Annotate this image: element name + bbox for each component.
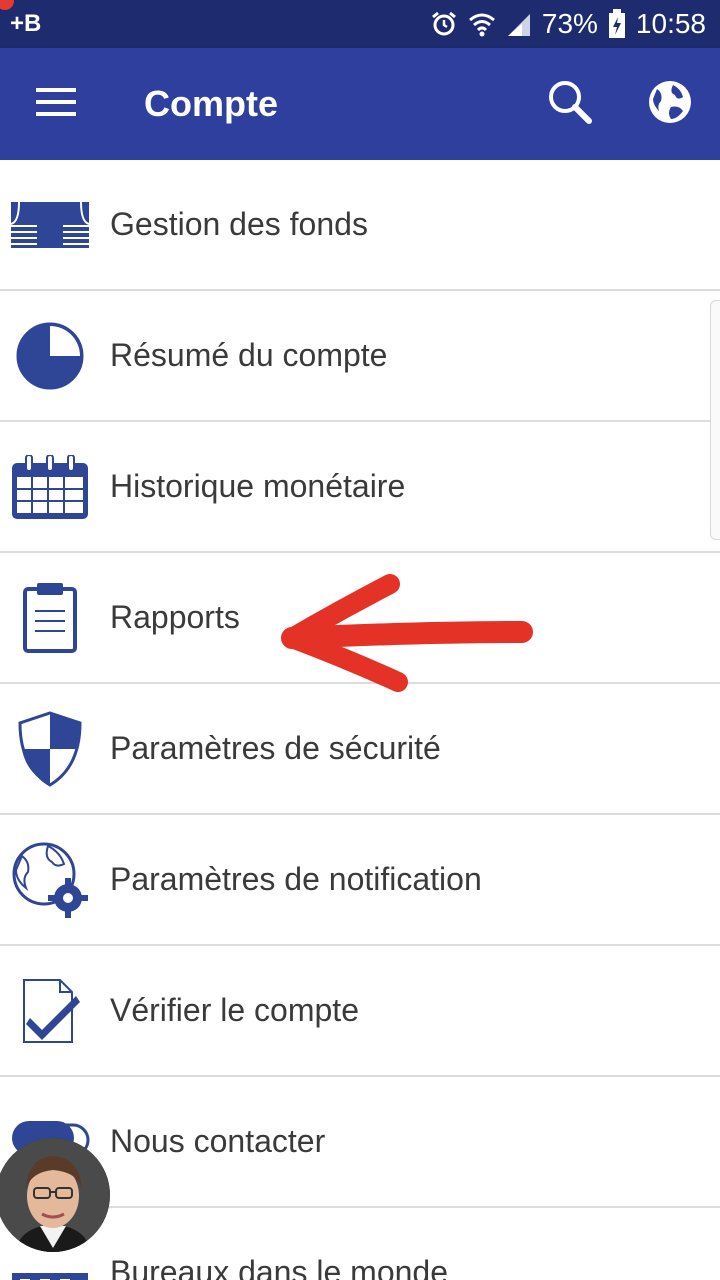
- signal-icon: [506, 10, 532, 38]
- notification-text: +B: [10, 10, 42, 37]
- menu-item-parametres-de-securite[interactable]: Paramètres de sécurité: [0, 684, 720, 815]
- menu-item-label: Paramètres de sécurité: [110, 730, 441, 766]
- money-stack-icon: [0, 175, 100, 275]
- menu-item-label: Historique monétaire: [110, 468, 406, 504]
- menu-button[interactable]: [0, 48, 112, 160]
- menu-item-rapports[interactable]: Rapports: [0, 553, 720, 684]
- clock: 10:58: [635, 8, 706, 39]
- notification-dot: [0, 0, 14, 10]
- menu-item-parametres-de-notification[interactable]: Paramètres de notification: [0, 815, 720, 946]
- menu-item-label: Résumé du compte: [110, 337, 388, 373]
- app-bar: Compte: [0, 48, 720, 160]
- menu-item-historique-monetaire[interactable]: Historique monétaire: [0, 422, 720, 553]
- account-menu-list: Gestion des fonds Résumé du compte Histo…: [0, 160, 720, 1280]
- alarm-icon: [430, 10, 458, 38]
- menu-item-label: Bureaux dans le monde: [110, 1254, 448, 1280]
- avatar[interactable]: [0, 1138, 110, 1252]
- wifi-icon: [468, 10, 496, 38]
- search-icon: [547, 79, 593, 130]
- menu-item-bureaux-dans-le-monde[interactable]: Bureaux dans le monde: [0, 1208, 720, 1280]
- page-title: Compte: [144, 83, 278, 124]
- clipboard-icon: [0, 568, 100, 668]
- menu-item-verifier-le-compte[interactable]: Vérifier le compte: [0, 946, 720, 1077]
- checkmark-document-icon: [0, 961, 100, 1061]
- globe-gear-icon: [0, 830, 100, 930]
- search-button[interactable]: [520, 48, 620, 160]
- menu-item-gestion-des-fonds[interactable]: Gestion des fonds: [0, 160, 720, 291]
- calendar-icon: [0, 437, 100, 537]
- status-bar: +B 73% 10:58: [0, 0, 720, 48]
- menu-item-label: Nous contacter: [110, 1123, 326, 1159]
- menu-item-label: Vérifier le compte: [110, 992, 359, 1028]
- battery-icon: [608, 9, 626, 39]
- menu-item-resume-du-compte[interactable]: Résumé du compte: [0, 291, 720, 422]
- menu-item-label: Gestion des fonds: [110, 206, 368, 242]
- pie-chart-icon: [0, 306, 100, 406]
- shield-icon: [0, 699, 100, 799]
- menu-item-label: Rapports: [110, 599, 240, 635]
- battery-percent: 73%: [541, 8, 598, 39]
- globe-icon: [647, 79, 693, 130]
- menu-item-label: Paramètres de notification: [110, 861, 482, 897]
- globe-button[interactable]: [620, 48, 720, 160]
- hamburger-menu-icon: [36, 86, 76, 123]
- scrollbar[interactable]: [710, 300, 720, 540]
